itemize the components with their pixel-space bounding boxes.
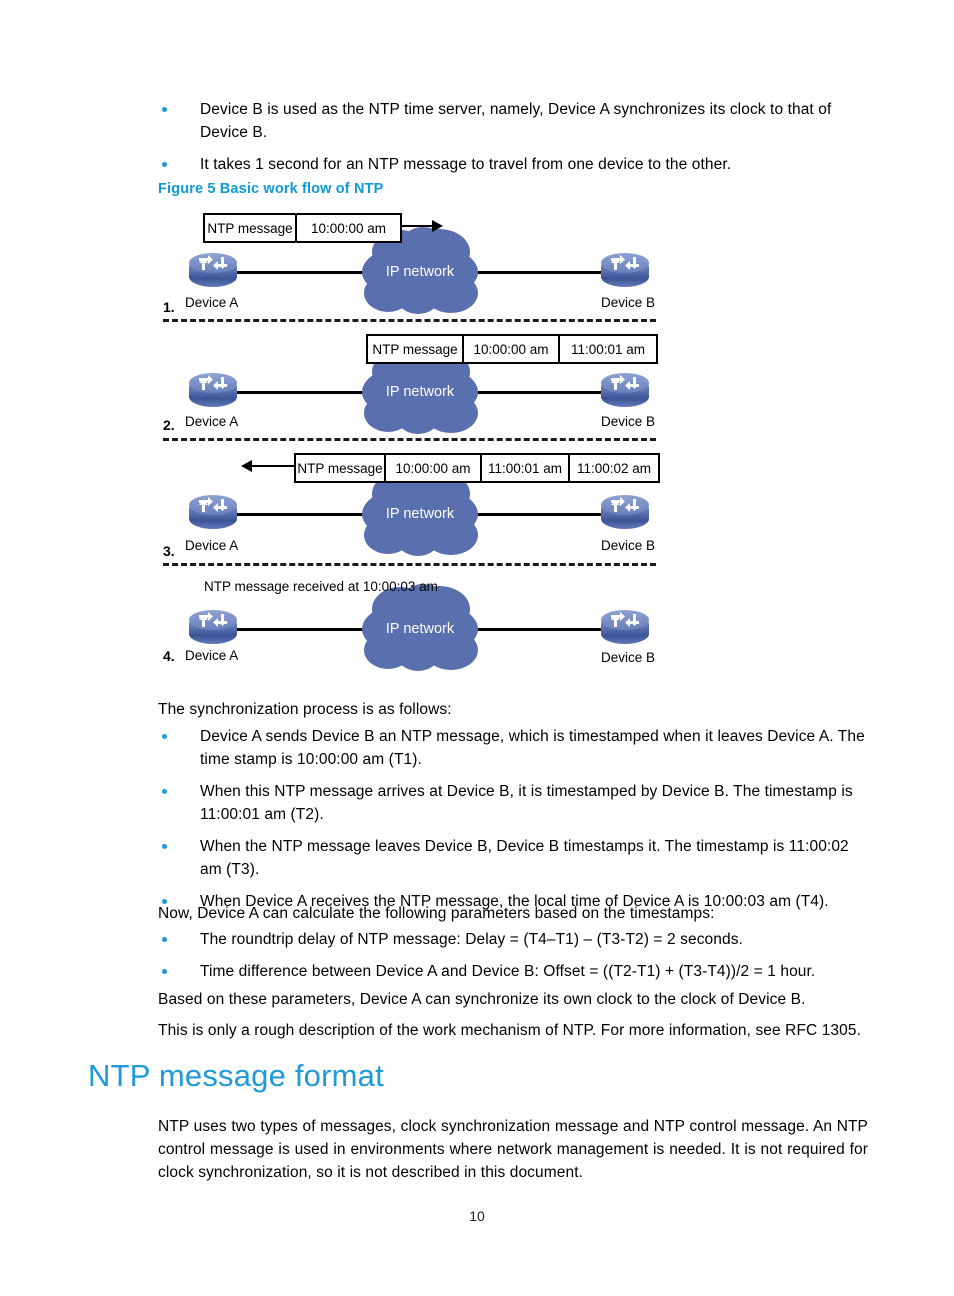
message-box-cell: 11:00:01 am: [482, 455, 570, 481]
bullet-icon: [162, 734, 167, 739]
link-line-right: [475, 628, 603, 631]
list-item: Device A sends Device B an NTP message, …: [162, 725, 868, 771]
message-box-cell: 11:00:01 am: [570, 341, 646, 357]
process-bullet-list: Device A sends Device B an NTP message, …: [162, 725, 868, 913]
message-box-cell: 10:00:00 am: [386, 455, 482, 481]
bullet-icon: [162, 844, 167, 849]
step-number-2: 2.: [163, 417, 175, 433]
router-icon-device-b: [598, 494, 652, 534]
link-line-right: [475, 513, 603, 516]
page-number: 10: [469, 1208, 485, 1224]
router-icon-device-a: [186, 609, 240, 649]
ip-network-cloud: IP network: [362, 469, 478, 556]
list-item: When the NTP message leaves Device B, De…: [162, 835, 868, 881]
router-icon-device-b: [598, 372, 652, 412]
process-intro-paragraph: The synchronization process is as follow…: [158, 701, 452, 718]
list-item: When this NTP message arrives at Device …: [162, 780, 868, 826]
arrow-shaft-left: [252, 465, 294, 467]
device-b-label: Device B: [601, 414, 656, 429]
device-b-label: Device B: [601, 295, 656, 310]
router-arrows-icon: [611, 375, 639, 390]
device-b-label: Device B: [601, 650, 656, 665]
cloud-label: IP network: [385, 621, 455, 637]
cloud-label: IP network: [385, 384, 455, 400]
link-line-left: [236, 513, 364, 516]
router-arrows-icon: [199, 375, 227, 390]
process-bullet-text-2: When this NTP message arrives at Device …: [200, 783, 853, 823]
message-box-step-1: NTP message 10:00:00 am: [203, 213, 402, 243]
router-arrows-icon: [199, 497, 227, 512]
router-arrows-icon: [199, 255, 227, 270]
device-a-label: Device A: [185, 414, 239, 429]
bullet-icon: [162, 789, 167, 794]
calc-bullet-text-2: Time difference between Device A and Dev…: [200, 963, 816, 980]
device-a-label: Device A: [185, 295, 239, 310]
closing-paragraph-1: Based on these parameters, Device A can …: [158, 991, 806, 1008]
list-item: Time difference between Device A and Dev…: [162, 960, 868, 983]
page-title: NTP message format: [88, 1058, 384, 1093]
arrow-head-left-icon: [241, 460, 252, 472]
calculation-intro-paragraph: Now, Device A can calculate the followin…: [158, 905, 715, 922]
process-bullet-text-3: When the NTP message leaves Device B, De…: [200, 838, 849, 878]
closing-paragraph-2: This is only a rough description of the …: [158, 1022, 862, 1039]
router-icon-device-b: [598, 609, 652, 649]
document-page: Device B is used as the NTP time server,…: [0, 0, 954, 1296]
ntp-workflow-diagram: NTP message 10:00:00 am IP network Devic…: [0, 0, 954, 671]
router-arrows-icon: [611, 497, 639, 512]
step-number-4: 4.: [163, 648, 175, 664]
device-a-label: Device A: [185, 648, 239, 663]
router-icon-device-a: [186, 252, 240, 292]
link-line-left: [236, 628, 364, 631]
router-icon-device-b: [598, 252, 652, 292]
section-body-paragraph: NTP uses two types of messages, clock sy…: [158, 1118, 868, 1181]
arrow-shaft-right: [398, 225, 434, 227]
calc-bullet-text-1: The roundtrip delay of NTP message: Dela…: [200, 931, 743, 948]
bullet-icon: [162, 969, 167, 974]
message-box-step-3: NTP message 10:00:00 am 11:00:01 am 11:0…: [294, 453, 660, 483]
step-divider-3: [163, 563, 656, 566]
ip-network-cloud: IP network: [362, 347, 478, 434]
device-b-label: Device B: [601, 538, 656, 553]
cloud-label: IP network: [385, 506, 455, 522]
step-number-3: 3.: [163, 543, 175, 559]
message-box-cell: NTP message: [205, 215, 297, 241]
list-item: The roundtrip delay of NTP message: Dela…: [162, 928, 868, 951]
process-bullet-text-1: Device A sends Device B an NTP message, …: [200, 728, 865, 768]
step-number-1: 1.: [163, 299, 175, 315]
router-icon-device-a: [186, 372, 240, 412]
message-box-cell: 10:00:00 am: [464, 336, 560, 362]
router-arrows-icon: [611, 612, 639, 627]
link-line-right: [475, 271, 603, 274]
step-divider-1: [163, 319, 656, 322]
ip-network-cloud: IP network: [362, 584, 478, 671]
message-box-cell: NTP message: [368, 336, 464, 362]
ip-network-cloud: IP network: [362, 227, 478, 314]
message-box-cell: NTP message: [296, 455, 386, 481]
link-line-left: [236, 391, 364, 394]
arrow-head-right-icon: [432, 220, 443, 232]
link-line-left: [236, 271, 364, 274]
router-arrows-icon: [199, 612, 227, 627]
bullet-icon: [162, 937, 167, 942]
router-icon-device-a: [186, 494, 240, 534]
link-line-right: [475, 391, 603, 394]
message-box-cell: 11:00:02 am: [576, 460, 652, 476]
device-a-label: Device A: [185, 538, 239, 553]
step-divider-2: [163, 438, 656, 441]
router-arrows-icon: [611, 255, 639, 270]
received-note-label: NTP message received at 10:00:03 am: [204, 579, 438, 594]
calculation-bullet-list: The roundtrip delay of NTP message: Dela…: [162, 928, 868, 983]
message-box-cell: 10:00:00 am: [310, 220, 387, 236]
message-box-step-2: NTP message 10:00:00 am 11:00:01 am: [366, 334, 658, 364]
cloud-label: IP network: [385, 264, 455, 280]
